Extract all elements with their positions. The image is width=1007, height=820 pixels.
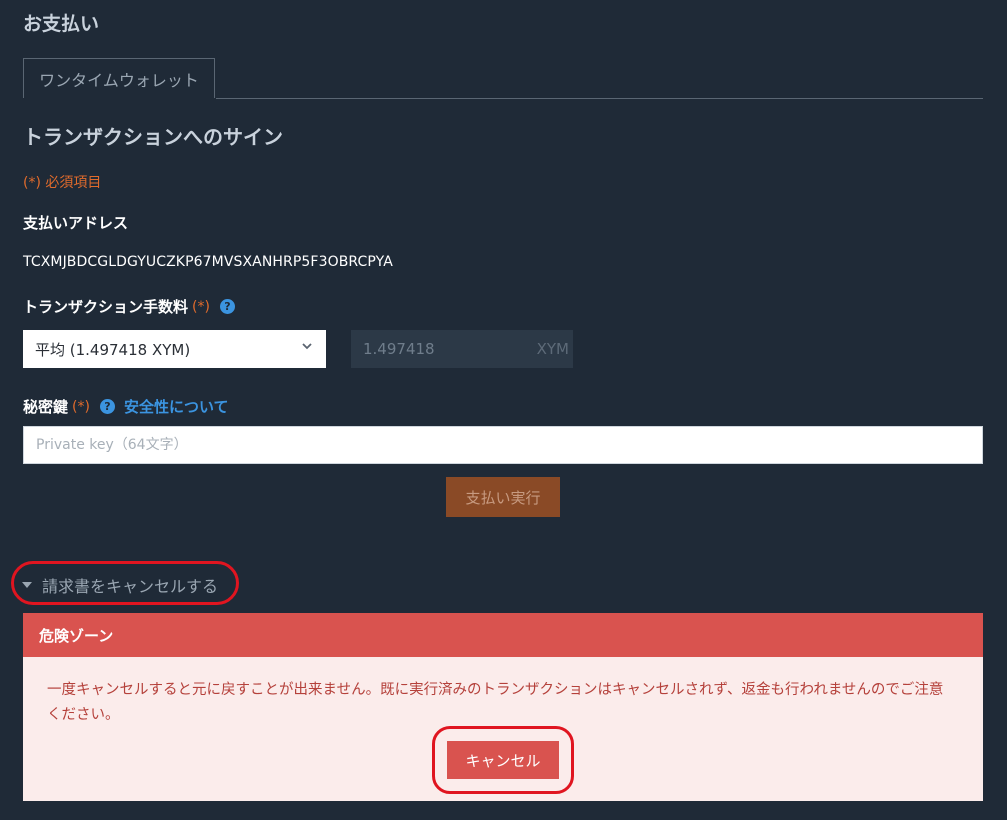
security-link[interactable]: 安全性について: [124, 396, 229, 417]
payment-address: TCXMJBDCGLDGYUCZKP67MVSXANHRP5F3OBRCPYA: [23, 254, 393, 270]
fee-select[interactable]: 平均 (1.497418 XYM): [23, 330, 326, 368]
highlight-oval: [11, 561, 239, 605]
fee-required-mark: (*): [192, 298, 210, 315]
danger-zone-header: 危険ゾーン: [23, 613, 983, 657]
help-icon[interactable]: ?: [219, 299, 235, 314]
tab-divider: [216, 98, 983, 99]
fee-amount-value: 1.497418: [363, 340, 435, 358]
section-title: トランザクションへのサイン: [23, 125, 283, 149]
page-title: お支払い: [23, 13, 100, 35]
address-label: 支払いアドレス: [23, 214, 129, 232]
fee-select-value: 平均 (1.497418 XYM): [35, 340, 191, 359]
required-note: (*) 必須項目: [23, 175, 102, 191]
private-key-label-row: 秘密鍵 (*) ? 安全性について: [23, 396, 229, 417]
danger-zone-text: 一度キャンセルすると元に戻すことが出来ません。既に実行済みのトランザクションはキ…: [47, 682, 944, 723]
private-key-label: 秘密鍵: [23, 398, 69, 416]
chevron-down-icon: [302, 343, 312, 350]
private-key-input[interactable]: [23, 426, 983, 464]
pay-button[interactable]: 支払い実行: [446, 477, 560, 517]
tab-one-time-wallet[interactable]: ワンタイムウォレット: [23, 58, 215, 98]
highlight-oval: [432, 726, 574, 794]
fee-amount-field: 1.497418 XYM: [351, 330, 573, 368]
private-key-required-mark: (*): [72, 398, 90, 415]
fee-unit: XYM: [536, 340, 569, 358]
fee-label: トランザクション手数料: [23, 298, 189, 316]
fee-label-row: トランザクション手数料 (*) ?: [23, 296, 235, 317]
help-icon[interactable]: ?: [99, 399, 115, 414]
